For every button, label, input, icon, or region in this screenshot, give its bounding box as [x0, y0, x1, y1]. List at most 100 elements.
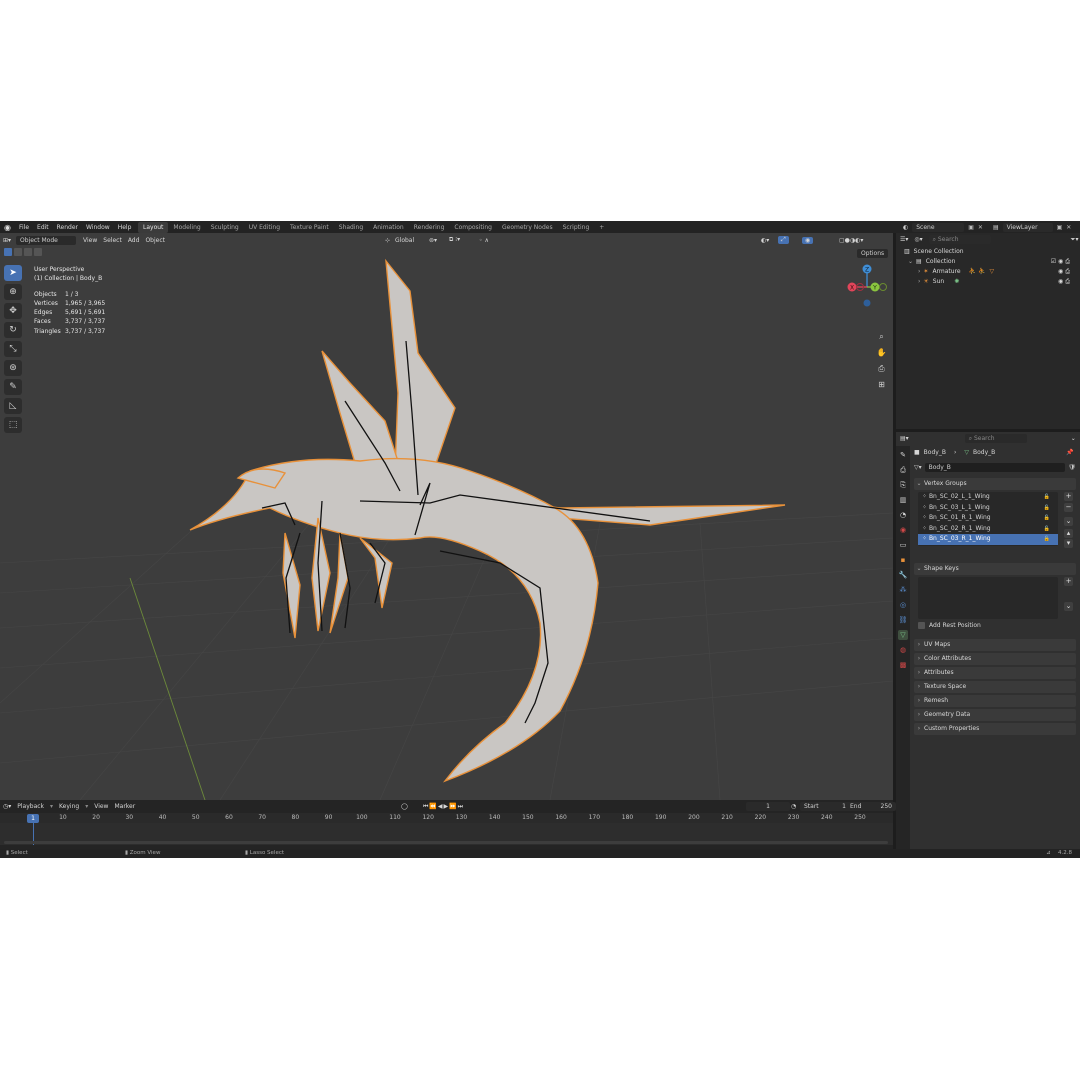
scene-name-field[interactable]: Scene	[912, 222, 965, 232]
vertex-group-menu-button[interactable]: ⌄	[1064, 517, 1073, 526]
tab-layout[interactable]: Layout	[138, 221, 169, 233]
add-workspace-button[interactable]: +	[594, 222, 609, 233]
perspective-grid-icon[interactable]: ⊞	[875, 378, 888, 391]
scene-collection-row[interactable]: ▥ Scene Collection	[904, 247, 964, 257]
menu-playback[interactable]: Playback	[14, 803, 47, 810]
properties-search[interactable]: ⌕ Search	[964, 434, 1027, 443]
move-up-button[interactable]: ▴	[1064, 529, 1073, 538]
add-vertex-group-button[interactable]: +	[1064, 492, 1073, 501]
physics-tab-icon[interactable]: ◎	[898, 600, 908, 610]
editor-type-icon[interactable]: ⊞▾	[0, 237, 14, 244]
current-frame-marker[interactable]: 1	[27, 814, 39, 823]
menu-help[interactable]: Help	[118, 224, 132, 231]
menu-edit[interactable]: Edit	[37, 224, 49, 231]
move-tool-icon[interactable]: ✥	[4, 303, 22, 319]
panel-shape-keys[interactable]: ⌄ Shape Keys	[914, 563, 1076, 575]
end-frame-field[interactable]: End 250	[846, 802, 896, 811]
outliner-search[interactable]: ⌕ Search	[928, 235, 991, 244]
menu-marker[interactable]: Marker	[111, 803, 138, 810]
lock-icon[interactable]: 🔓	[1044, 524, 1050, 535]
select-intersect-icon[interactable]	[34, 248, 42, 256]
tab-animation[interactable]: Animation	[368, 222, 409, 233]
3d-viewport[interactable]: ⊞▾ Object Mode View Select Add Object ⊹ …	[0, 233, 893, 800]
shading-modes-icon[interactable]: ▢●◑◐▾	[836, 237, 866, 244]
collection-tab-icon[interactable]: ▭	[898, 540, 908, 550]
visibility-toggles[interactable]: ☑ ◉ ⎙	[1051, 257, 1070, 267]
pan-hand-icon[interactable]: ✋	[875, 346, 888, 359]
visibility-toggles[interactable]: ◉ ⎙	[1058, 267, 1070, 277]
select-subtract-icon[interactable]	[24, 248, 32, 256]
tool-tab-icon[interactable]: ✎	[898, 450, 908, 460]
proportional-edit-icon[interactable]: ◦ ∧	[476, 237, 492, 244]
record-icon[interactable]: ◯	[398, 803, 411, 810]
move-down-button[interactable]: ▾	[1064, 539, 1073, 548]
lock-icon[interactable]: 🔓	[1044, 492, 1050, 503]
menu-select[interactable]: Select	[100, 237, 125, 244]
list-item[interactable]: ⁘ Bn_SC_03_R_1_Wing 🔓	[918, 534, 1058, 545]
vertex-group-list[interactable]: ⁘ Bn_SC_02_L_1_Wing 🔓 ⁘ Bn_SC_03_L_1_Wing 🔓…	[918, 492, 1058, 546]
render-tab-icon[interactable]: ⎙	[898, 465, 908, 475]
snap-icon[interactable]: ⧉ ⁝▾	[446, 236, 463, 244]
tab-geometry-nodes[interactable]: Geometry Nodes	[497, 222, 558, 233]
tab-compositing[interactable]: Compositing	[449, 222, 497, 233]
panel-vertex-groups[interactable]: ⌄ Vertex Groups	[914, 478, 1076, 490]
menu-view[interactable]: View	[91, 803, 111, 810]
modifier-tab-icon[interactable]: 🔧	[898, 570, 908, 580]
world-tab-icon[interactable]: ◉	[898, 525, 908, 535]
select-new-icon[interactable]	[4, 248, 12, 256]
texture-tab-icon[interactable]: ▩	[898, 660, 908, 670]
playback-controls-icon[interactable]: ⏮⏪◀▶⏩⏭	[420, 803, 467, 811]
frame-ruler[interactable]: 1 10 20 30 40 50 60 70 80 90 100 110 120 130 140 150 160…	[0, 813, 893, 823]
lock-icon[interactable]: 🔓	[1044, 503, 1050, 514]
chevron-down-icon[interactable]: ⌄	[1071, 435, 1076, 442]
visibility-icon[interactable]: ◐▾	[758, 237, 772, 244]
material-tab-icon[interactable]: ◍	[898, 645, 908, 655]
tab-sculpting[interactable]: Sculpting	[206, 222, 244, 233]
output-tab-icon[interactable]: ⎘	[898, 480, 908, 490]
panel-custom-properties[interactable]: › Custom Properties	[914, 723, 1076, 735]
menu-add[interactable]: Add	[125, 237, 143, 244]
shape-key-menu-button[interactable]: ⌄	[1064, 602, 1073, 611]
filter-icon[interactable]: ⏷▾	[1071, 236, 1079, 244]
list-item[interactable]: ⁘ Bn_SC_03_L_1_Wing 🔓	[918, 503, 1058, 514]
outliner-item-sun[interactable]: › ☀ Sun ✺ ◉ ⎙	[918, 277, 1080, 287]
creature-mesh[interactable]	[189, 258, 786, 783]
tab-shading[interactable]: Shading	[334, 222, 368, 233]
copy-icon[interactable]: ▣	[1057, 224, 1063, 231]
pin-icon[interactable]: 📌	[1066, 449, 1073, 456]
timeline-track-area[interactable]	[0, 823, 893, 845]
pivot-icon[interactable]: ⊚▾	[426, 237, 440, 244]
view-layer-tab-icon[interactable]: ▥	[898, 495, 908, 505]
scene-tab-icon[interactable]: ◔	[898, 510, 908, 520]
mesh-data-tab-icon[interactable]: ▽	[898, 630, 908, 640]
overlay-toggle-icon[interactable]: ◉	[802, 236, 814, 244]
add-cube-tool-icon[interactable]: ⬚	[4, 417, 22, 433]
properties-editor-icon[interactable]: ▤▾	[900, 435, 909, 442]
panel-texture-space[interactable]: › Texture Space	[914, 681, 1076, 693]
list-item[interactable]: ⁘ Bn_SC_01_R_1_Wing 🔓	[918, 513, 1058, 524]
timeline-editor-icon[interactable]: ◷▾	[0, 803, 14, 810]
viewport-scene[interactable]	[0, 233, 893, 800]
add-rest-position-row[interactable]: Add Rest Position	[918, 622, 981, 629]
mesh-name-field[interactable]: Body_B	[924, 463, 1066, 472]
cursor-tool-icon[interactable]: ⊕	[4, 284, 22, 300]
outliner-editor-icon[interactable]: ☰▾	[900, 236, 908, 243]
copy-icon[interactable]: ▣	[968, 224, 974, 231]
constraints-tab-icon[interactable]: ⛓	[898, 615, 908, 625]
tab-scripting[interactable]: Scripting	[558, 222, 595, 233]
menu-file[interactable]: File	[19, 224, 29, 231]
object-tab-icon[interactable]: ▪	[898, 555, 908, 565]
panel-color-attributes[interactable]: › Color Attributes	[914, 653, 1076, 665]
select-box-tool-icon[interactable]: ➤	[4, 265, 22, 281]
remove-vertex-group-button[interactable]: −	[1064, 503, 1073, 512]
start-frame-field[interactable]: Start 1	[800, 802, 850, 811]
tab-uv-editing[interactable]: UV Editing	[244, 222, 285, 233]
zoom-icon[interactable]: ⌕	[875, 330, 888, 343]
panel-geometry-data[interactable]: › Geometry Data	[914, 709, 1076, 721]
camera-icon[interactable]: ⎙	[875, 362, 888, 375]
particles-tab-icon[interactable]: ⁂	[898, 585, 908, 595]
visibility-toggles[interactable]: ◉ ⎙	[1058, 277, 1070, 287]
list-item[interactable]: ⁘ Bn_SC_02_L_1_Wing 🔓	[918, 492, 1058, 503]
close-icon[interactable]: ✕	[978, 224, 983, 231]
current-frame-field[interactable]: 1	[746, 802, 790, 811]
